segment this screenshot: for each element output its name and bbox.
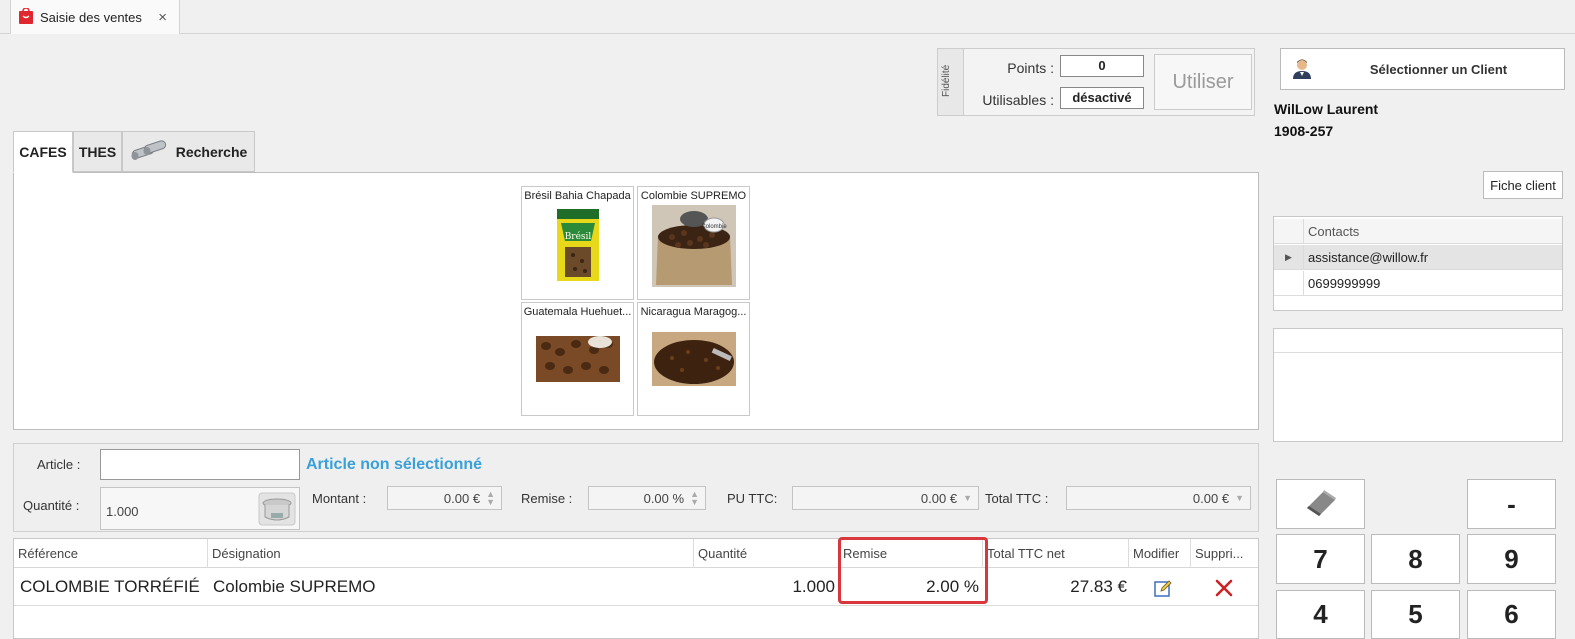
- client-notes-grid: [1273, 328, 1563, 442]
- quantity-label: Quantité :: [23, 498, 80, 513]
- ground-coffee-image: [652, 332, 736, 389]
- contact-row[interactable]: ▶ assistance@willow.fr: [1274, 245, 1562, 270]
- tab-thes[interactable]: THES: [73, 131, 122, 172]
- col-designation[interactable]: Désignation: [207, 539, 693, 568]
- col-modifier[interactable]: Modifier: [1128, 539, 1190, 568]
- contacts-header-label: Contacts: [1308, 223, 1360, 239]
- close-icon[interactable]: ×: [158, 9, 167, 26]
- tab-recherche[interactable]: Recherche: [122, 131, 255, 172]
- remise-label: Remise :: [521, 491, 573, 506]
- spinner-icon: ▲ ▼: [486, 489, 495, 507]
- product-name: Nicaragua Maragog...: [640, 306, 747, 318]
- cell-designation: Colombie SUPREMO: [213, 577, 376, 596]
- col-total-ttc-net[interactable]: Total TTC net: [982, 539, 1128, 568]
- client-code: 1908-257: [1274, 123, 1334, 139]
- key-7[interactable]: 7: [1276, 534, 1365, 584]
- edit-icon[interactable]: [1153, 578, 1173, 598]
- total-ttc-field[interactable]: 0.00 € ▼: [1066, 486, 1251, 510]
- contact-phone: 0699999999: [1308, 275, 1381, 291]
- grid-header: Référence Désignation Quantité Remise To…: [14, 539, 1258, 568]
- quantity-value: 1.000: [106, 504, 139, 519]
- contact-row[interactable]: 0699999999: [1274, 271, 1562, 296]
- product-tile[interactable]: Brésil Bahia Chapada Brésil: [521, 186, 634, 300]
- product-tile[interactable]: Nicaragua Maragog...: [637, 302, 750, 416]
- chevron-down-icon: ▼: [1235, 493, 1244, 503]
- select-client-label: Sélectionner un Client: [1369, 61, 1508, 77]
- client-card-button[interactable]: Fiche client: [1483, 171, 1563, 199]
- remise-highlight: [838, 537, 988, 604]
- svg-text:Colombie: Colombie: [701, 224, 727, 230]
- document-tab-saisie-ventes[interactable]: Saisie des ventes ×: [10, 0, 180, 34]
- points-label: Points :: [1007, 60, 1054, 76]
- delete-icon[interactable]: [1214, 578, 1234, 598]
- row-indicator-icon: ▶: [1274, 245, 1304, 269]
- spinner-icon: ▲ ▼: [690, 489, 699, 507]
- key-5[interactable]: 5: [1371, 590, 1460, 639]
- article-label: Article :: [37, 457, 81, 472]
- article-status: Article non sélectionné: [306, 456, 483, 473]
- product-name: Colombie SUPREMO: [640, 190, 747, 202]
- product-name: Brésil Bahia Chapada: [524, 190, 631, 202]
- quantity-field[interactable]: 1.000: [100, 487, 300, 530]
- montant-field[interactable]: 0.00 € ▲ ▼: [387, 486, 502, 510]
- pu-ttc-label: PU TTC:: [727, 491, 778, 506]
- contacts-header: Contacts: [1274, 219, 1562, 244]
- key-clear[interactable]: [1276, 479, 1365, 529]
- document-tab-label: Saisie des ventes: [40, 9, 142, 25]
- coffee-bag-image: Brésil: [555, 209, 601, 284]
- col-supprimer[interactable]: Suppri...: [1190, 539, 1258, 568]
- remise-field[interactable]: 0.00 % ▲ ▼: [588, 486, 706, 510]
- contact-email: assistance@willow.fr: [1308, 249, 1429, 265]
- pu-ttc-field[interactable]: 0.00 € ▼: [792, 486, 979, 510]
- tab-recherche-label: Recherche: [175, 143, 248, 160]
- key-6[interactable]: 6: [1467, 590, 1556, 639]
- usable-label: Utilisables :: [982, 92, 1054, 108]
- product-tile[interactable]: Guatemala Huehuet...: [521, 302, 634, 416]
- select-client-button[interactable]: Sélectionner un Client: [1280, 48, 1565, 90]
- cell-quantite: 1.000: [792, 577, 835, 596]
- binoculars-icon: [130, 139, 170, 164]
- scale-icon[interactable]: [257, 491, 297, 530]
- cell-reference: COLOMBIE TORRÉFIÉ: [20, 577, 200, 596]
- bag-icon: [19, 6, 33, 27]
- user-icon: [1291, 58, 1313, 80]
- usable-value: désactivé: [1060, 87, 1144, 109]
- key-8[interactable]: 8: [1371, 534, 1460, 584]
- product-tile[interactable]: Colombie SUPREMO Colombie: [637, 186, 750, 300]
- use-points-button[interactable]: Utiliser: [1154, 54, 1252, 110]
- contacts-grid: Contacts ▶ assistance@willow.fr 06999999…: [1273, 216, 1563, 311]
- fidelity-side-label: Fidélité: [938, 49, 964, 115]
- tab-cafes[interactable]: CAFES: [13, 131, 73, 173]
- coffee-sack-image: Colombie: [652, 205, 736, 290]
- key-minus[interactable]: -: [1467, 479, 1556, 529]
- col-quantite[interactable]: Quantité: [693, 539, 838, 568]
- document-tabbar: [0, 0, 1575, 34]
- coffee-beans-image: [536, 336, 620, 385]
- client-name: WilLow Laurent: [1274, 101, 1379, 117]
- article-input[interactable]: [100, 449, 300, 480]
- chevron-down-icon: ▼: [963, 493, 972, 503]
- key-4[interactable]: 4: [1276, 590, 1365, 639]
- total-ttc-label: Total TTC :: [985, 491, 1049, 506]
- product-panel: Brésil Bahia Chapada Brésil Colombie SUP…: [13, 172, 1259, 430]
- table-row[interactable]: COLOMBIE TORRÉFIÉ Colombie SUPREMO 1.000…: [14, 568, 1258, 606]
- points-value: 0: [1060, 55, 1144, 77]
- sales-grid: Référence Désignation Quantité Remise To…: [13, 538, 1259, 639]
- eraser-icon: [1303, 486, 1339, 523]
- cell-total: 27.83 €: [1070, 577, 1127, 596]
- key-9[interactable]: 9: [1467, 534, 1556, 584]
- col-reference[interactable]: Référence: [14, 539, 207, 568]
- montant-label: Montant :: [312, 491, 367, 506]
- svg-text:Brésil: Brésil: [565, 231, 592, 242]
- fidelity-panel: Fidélité Points : 0 Utilisables : désact…: [937, 48, 1255, 116]
- product-name: Guatemala Huehuet...: [523, 306, 632, 318]
